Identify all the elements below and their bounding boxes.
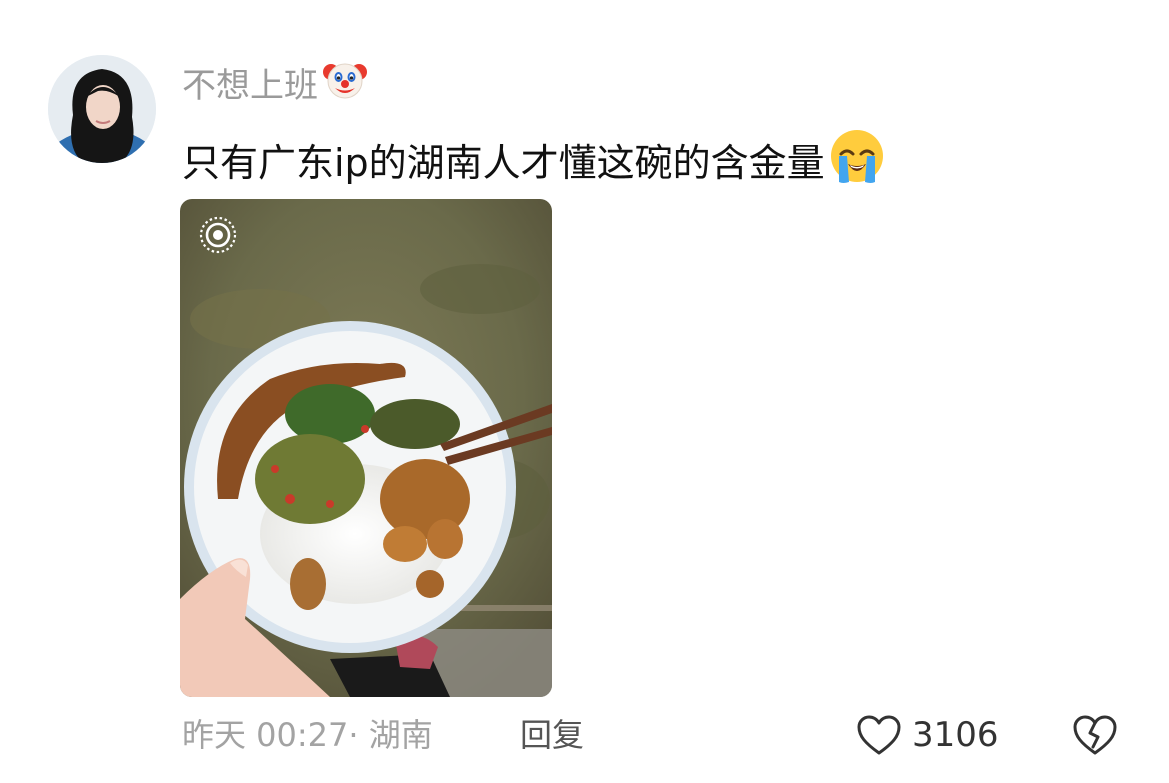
like-button[interactable]: 3106 [856, 712, 999, 758]
attached-photo[interactable] [180, 199, 552, 697]
reply-button[interactable]: 回复 [520, 712, 584, 758]
broken-heart-outline-icon[interactable] [1072, 714, 1118, 756]
username-row[interactable]: 不想上班 [182, 56, 368, 116]
heart-outline-icon[interactable] [856, 714, 902, 756]
live-photo-icon[interactable] [198, 215, 238, 259]
dislike-button[interactable] [1072, 712, 1118, 758]
loudly-crying-face-emoji-icon [829, 128, 885, 198]
username[interactable]: 不想上班 [182, 61, 318, 111]
comment-text: 只有广东ip的湖南人才懂这碗的含金量 [182, 141, 825, 185]
clown-face-emoji-icon [322, 56, 368, 116]
like-count: 3106 [912, 715, 999, 755]
avatar[interactable] [48, 55, 156, 163]
comment-meta: 昨天 00:27· 湖南 [182, 716, 433, 754]
comment-text-row: 只有广东ip的湖南人才懂这碗的含金量 [182, 128, 885, 198]
